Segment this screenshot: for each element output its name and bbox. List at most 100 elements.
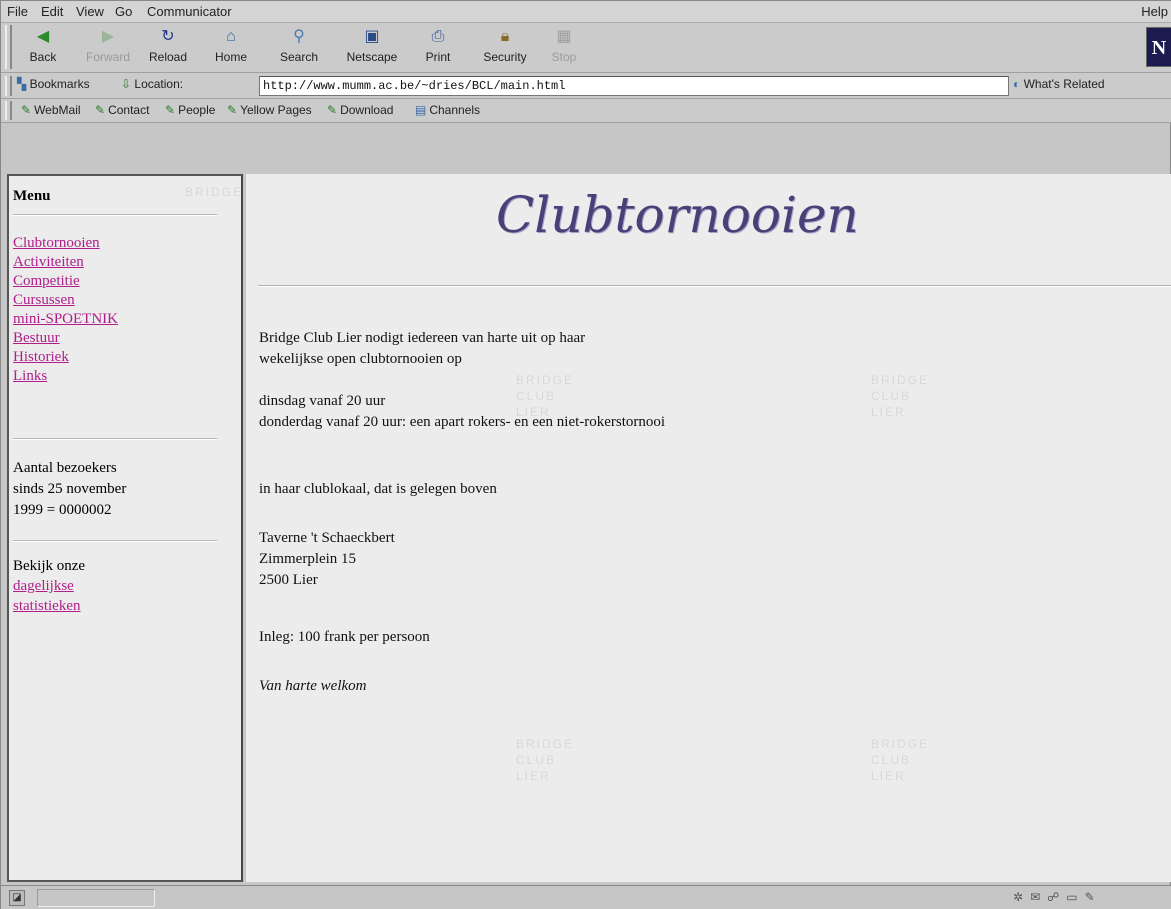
whats-related-button[interactable]: ◐ What's Related [1013, 77, 1105, 91]
watermark-text: BRIDGE CLUB LIER [871, 372, 929, 420]
menu-divider [13, 540, 217, 542]
navigator-icon[interactable]: ✲ [1013, 890, 1030, 904]
visitor-counter: Aantal bezoekers sinds 25 november 1999 … [13, 458, 126, 521]
reload-label: Reload [148, 50, 188, 64]
yellow-pages-link[interactable]: ✎ Yellow Pages [227, 103, 312, 117]
reload-button[interactable]: ↻ Reload [141, 26, 195, 70]
menu-link-clubtornooien[interactable]: Clubtornooien [13, 234, 118, 253]
menu-title: Menu [13, 188, 51, 204]
toolbar-grip[interactable] [5, 25, 12, 69]
download-label: Download [340, 103, 394, 117]
bookmarks-button[interactable]: ▚ Bookmarks [17, 77, 90, 91]
people-link[interactable]: ✎ People [165, 103, 215, 117]
channels-link[interactable]: ▤ Channels [415, 103, 480, 117]
channels-label: Channels [429, 103, 481, 117]
menu-divider [13, 438, 217, 440]
back-button[interactable]: ◀ Back [21, 26, 65, 70]
url-input[interactable]: http://www.mumm.ac.be/~dries/BCL/main.ht… [259, 76, 1009, 96]
intro-paragraph: Bridge Club Lier nodigt iedereen van har… [259, 328, 585, 370]
home-button[interactable]: ⌂ Home [206, 26, 256, 70]
schedule-line: dinsdag vanaf 20 uur [259, 393, 386, 409]
watermark-text: BRIDGE CLUB LIER [516, 736, 574, 784]
webmail-link[interactable]: ✎ WebMail [21, 103, 81, 117]
watermark-line: BRIDGE [185, 185, 244, 199]
search-icon: ⚲ [293, 28, 305, 45]
location-arrow-icon: ⇩ [121, 77, 132, 91]
menu-go[interactable]: Go [115, 4, 132, 19]
mail-icon[interactable]: ✉ [1030, 890, 1047, 904]
address-block: Taverne 't Schaeckbert Zimmerplein 15 25… [259, 528, 395, 591]
stop-button: ▦ Stop [546, 26, 582, 70]
stats-block: Bekijk onze dagelijkse statistieken [13, 556, 85, 616]
netscape-button[interactable]: ▣ Netscape [336, 26, 408, 70]
watermark-line: BRIDGE [871, 737, 930, 751]
menu-link-historiek[interactable]: Historiek [13, 348, 118, 367]
address-line: Taverne 't Schaeckbert [259, 530, 395, 546]
menu-help[interactable]: Help [1141, 4, 1168, 19]
stats-link-daily[interactable]: dagelijkse [13, 576, 85, 596]
menu-link-mini-spoetnik[interactable]: mini-SPOETNIK [13, 310, 118, 329]
bookmark-pin-icon: ✎ [327, 103, 338, 117]
location-paragraph: in haar clublokaal, dat is gelegen boven [259, 481, 497, 497]
watermark-line: LIER [871, 405, 906, 419]
print-button[interactable]: ⎙ Print [415, 26, 461, 70]
stats-link-statistics[interactable]: statistieken [13, 596, 85, 616]
menu-link-bestuur[interactable]: Bestuur [13, 329, 118, 348]
netscape-logo[interactable]: N [1146, 27, 1171, 67]
contact-link[interactable]: ✎ Contact [95, 103, 149, 117]
discussion-icon[interactable]: ☍ [1047, 890, 1066, 904]
print-label: Print [425, 50, 451, 64]
whats-related-icon: ◐ [1013, 77, 1021, 91]
menu-link-activiteiten[interactable]: Activiteiten [13, 253, 118, 272]
menu-edit[interactable]: Edit [41, 4, 63, 19]
schedule-line: donderdag vanaf 20 uur: een apart rokers… [259, 414, 666, 430]
menu-bar: File Edit View Go Communicator Help [1, 1, 1171, 23]
watermark-line: CLUB [871, 389, 912, 403]
schedule-paragraph: dinsdag vanaf 20 uur donderdag vanaf 20 … [259, 391, 665, 433]
whats-related-label: What's Related [1023, 77, 1105, 91]
bookmark-pin-icon: ✎ [95, 103, 106, 117]
menu-view[interactable]: View [76, 4, 104, 19]
edit-icon[interactable]: ✎ [1085, 890, 1102, 904]
security-lock-icon[interactable]: ◪ [9, 890, 25, 906]
menu-file[interactable]: File [7, 4, 28, 19]
search-label: Search [279, 50, 319, 64]
watermark-text: BRIDGE CLUB LIER [871, 736, 929, 784]
visitor-line: sinds 25 november [13, 481, 127, 497]
intro-line: wekelijkse open clubtornooien op [259, 351, 462, 367]
status-message-area [37, 889, 155, 907]
watermark-line: CLUB [871, 753, 912, 767]
security-label: Security [483, 50, 527, 64]
stop-label: Stop [551, 50, 577, 64]
netscape-icon: ▣ [364, 28, 380, 45]
forward-button: ▶ Forward [81, 26, 135, 70]
visitor-line: Aantal bezoekers [13, 460, 117, 476]
people-label: People [178, 103, 216, 117]
menu-link-competitie[interactable]: Competitie [13, 272, 118, 291]
watermark-text: BRIDGE [185, 184, 243, 200]
stop-icon: ▦ [556, 28, 572, 45]
browser-window: File Edit View Go Communicator Help ◀ Ba… [0, 0, 1171, 909]
composer-icon[interactable]: ▭ [1066, 890, 1084, 904]
visitor-line: 1999 = 0000002 [13, 502, 112, 518]
search-button[interactable]: ⚲ Search [269, 26, 329, 70]
status-bar: ◪ ✲✉☍▭✎ [1, 885, 1171, 909]
welcome-paragraph: Van harte welkom [259, 678, 367, 694]
menu-link-cursussen[interactable]: Cursussen [13, 291, 118, 310]
fee-paragraph: Inleg: 100 frank per persoon [259, 629, 430, 645]
channels-icon: ▤ [415, 103, 427, 117]
location-grip[interactable] [5, 76, 12, 96]
menu-communicator[interactable]: Communicator [147, 4, 232, 19]
back-label: Back [29, 50, 57, 64]
home-icon: ⌂ [226, 28, 236, 45]
watermark-line: BRIDGE [516, 737, 575, 751]
watermark-line: BRIDGE [871, 373, 930, 387]
address-line: Zimmerplein 15 [259, 551, 357, 567]
back-arrow-icon: ◀ [36, 28, 50, 45]
navigation-toolbar: ◀ Back ▶ Forward ↻ Reload ⌂ Home ⚲ Searc… [1, 23, 1171, 73]
security-button[interactable]: 🔒︎ Security [473, 26, 537, 70]
download-link[interactable]: ✎ Download [327, 103, 393, 117]
menu-link-links[interactable]: Links [13, 367, 118, 386]
watermark-line: LIER [516, 769, 551, 783]
personal-grip[interactable] [5, 101, 12, 120]
